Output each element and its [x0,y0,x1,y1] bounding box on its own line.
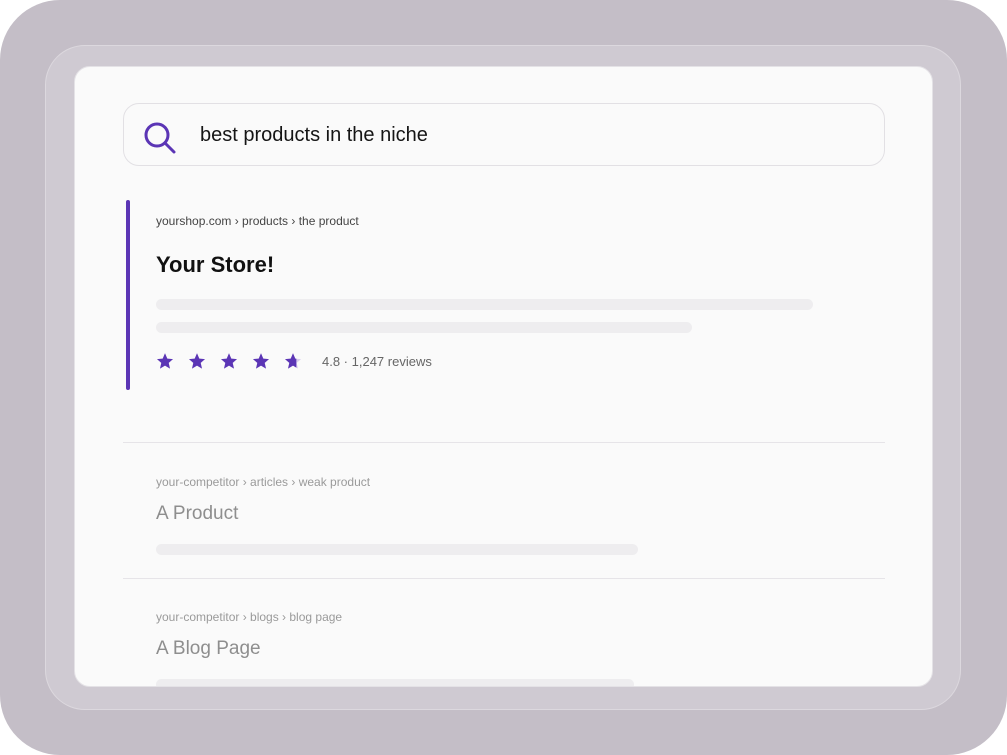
competitor-result-1[interactable]: your-competitor › articles › weak produc… [156,475,856,565]
featured-title[interactable]: Your Store! [156,252,274,278]
star-icon [221,353,237,369]
result-breadcrumb: your-competitor › blogs › blog page [156,610,343,624]
search-input[interactable]: best products in the niche [200,123,428,147]
rating-text: 4.8 · 1,247 reviews [322,354,432,369]
result-breadcrumb: your-competitor › articles › weak produc… [156,475,371,489]
star-icon [285,353,301,369]
featured-accent-bar [126,200,130,390]
result-description-placeholder [156,544,638,555]
star-icon [253,353,269,369]
star-icon [189,353,205,369]
result-divider-1 [123,442,885,443]
search-icon [144,122,176,154]
result-description-placeholder [156,679,634,686]
rating-stars [156,351,316,371]
result-title[interactable]: A Product [156,503,238,525]
featured-description-placeholder-line-2 [156,322,692,333]
search-bar[interactable]: best products in the niche [123,103,885,166]
result-title[interactable]: A Blog Page [156,638,261,660]
featured-result[interactable]: yourshop.com › products › the product Yo… [126,200,826,390]
result-divider-2 [123,578,885,579]
featured-description-placeholder-line-1 [156,299,813,310]
competitor-result-2[interactable]: your-competitor › blogs › blog page A Bl… [156,610,856,686]
search-results-screen: best products in the niche yourshop.com … [74,66,933,687]
featured-breadcrumb: yourshop.com › products › the product [156,214,359,228]
star-icon [157,353,173,369]
